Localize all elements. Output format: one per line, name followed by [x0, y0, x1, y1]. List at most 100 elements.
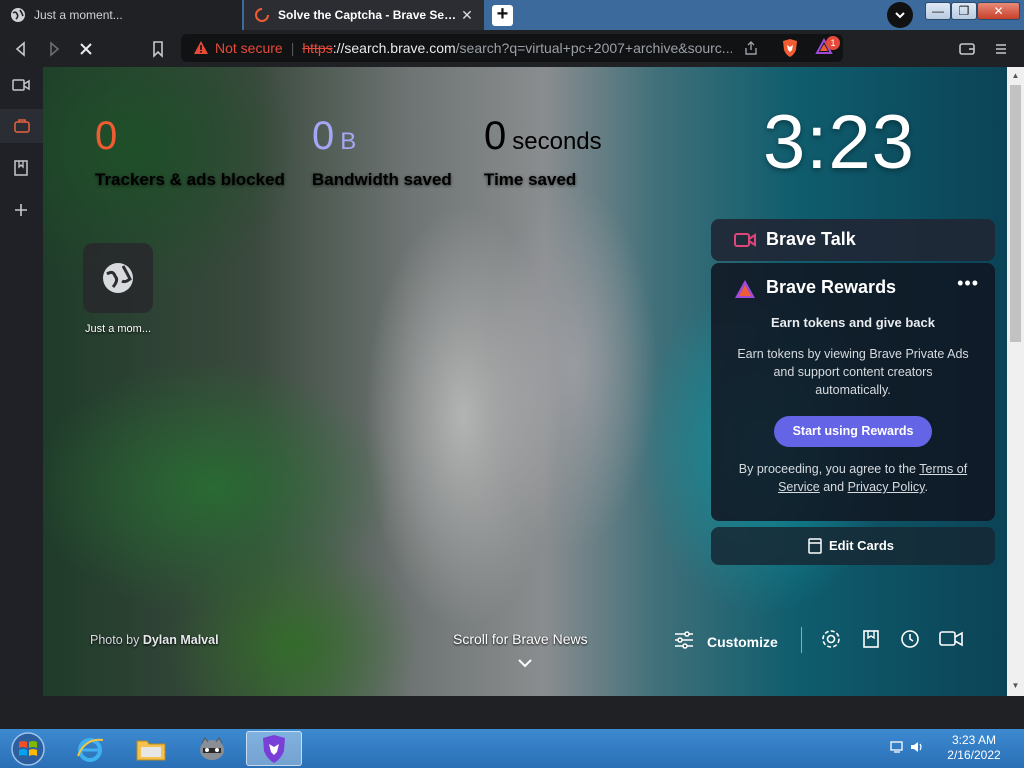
wallet-icon[interactable]: [956, 38, 978, 60]
warning-icon[interactable]: [193, 40, 209, 56]
url-separator: |: [290, 40, 295, 56]
rewards-legal-text: By proceeding, you agree to the Terms of…: [727, 460, 979, 496]
globe-icon: [10, 7, 26, 23]
tab-just-a-moment[interactable]: Just a moment...: [0, 0, 242, 30]
tab-search-button[interactable]: [887, 2, 913, 28]
time-saved-stat: 0 seconds Time saved: [484, 114, 602, 190]
legal-and: and: [823, 480, 845, 494]
brave-rewards-logo-icon: [734, 279, 756, 304]
brave-talk-icon[interactable]: [939, 628, 963, 652]
brave-talk-icon: [734, 232, 756, 253]
edit-cards-icon: [808, 538, 822, 559]
url-host: ://search.brave.com: [332, 40, 456, 56]
tab-solve-captcha[interactable]: Solve the Captcha - Brave Search ✕: [244, 0, 484, 30]
vertical-scrollbar[interactable]: ▲ ▼: [1007, 67, 1024, 696]
rewards-heading: Earn tokens and give back: [770, 315, 935, 330]
brave-talk-title: Brave Talk: [766, 229, 856, 249]
menu-icon[interactable]: [990, 38, 1012, 60]
sliders-icon: [673, 630, 695, 653]
new-tab-page: 0 Trackers & ads blocked 0B Bandwidth sa…: [43, 67, 1007, 696]
customize-label: Customize: [707, 633, 778, 650]
taskbar-clock[interactable]: 3:23 AM 2/16/2022: [940, 733, 1008, 763]
trackers-label: Trackers & ads blocked: [95, 170, 285, 189]
tab-strip: Just a moment... Solve the Captcha - Bra…: [0, 0, 1024, 30]
more-options-icon[interactable]: •••: [957, 273, 979, 294]
scroll-for-brave-news[interactable]: Scroll for Brave News: [453, 631, 588, 647]
bookmark-icon[interactable]: [147, 38, 169, 60]
photo-credit-prefix: Photo by: [90, 633, 140, 647]
top-site-tile[interactable]: Just a mom...: [83, 243, 153, 335]
chevron-down-icon[interactable]: [517, 655, 533, 671]
start-using-rewards-button[interactable]: Start using Rewards: [774, 416, 932, 447]
edit-cards-label: Edit Cards: [829, 538, 895, 553]
privacy-policy-link[interactable]: Privacy Policy: [848, 480, 925, 494]
forward-icon[interactable]: [43, 38, 65, 60]
scrollbar-thumb[interactable]: [1010, 85, 1021, 342]
trackers-count: 0: [95, 114, 118, 158]
brave-rewards-card: Brave Rewards ••• Earn tokens and give b…: [711, 263, 995, 521]
scroll-up-icon[interactable]: ▲: [1007, 69, 1024, 83]
address-bar[interactable]: Not secure | https://search.brave.com/se…: [181, 34, 843, 62]
time-saved-unit: seconds: [512, 128, 602, 155]
not-secure-label[interactable]: Not secure: [215, 40, 283, 56]
scroll-down-icon[interactable]: ▼: [1007, 679, 1024, 693]
rewards-description: Earn tokens by viewing Brave Private Ads…: [737, 347, 969, 397]
taskbar-time: 3:23 AM: [951, 733, 997, 747]
taskbar-date: 2/16/2022: [947, 748, 1001, 762]
brave-talk-sidebar-icon[interactable]: [9, 76, 33, 100]
wallet-sidebar-icon[interactable]: [0, 109, 43, 143]
bandwidth-label: Bandwidth saved: [312, 170, 452, 189]
time-saved-value: 0: [484, 114, 507, 158]
time-saved-label: Time saved: [484, 170, 577, 189]
stop-loading-icon[interactable]: [75, 38, 97, 60]
legal-suffix: .: [924, 480, 928, 494]
url-path: /search?q=virtual+pc+2007+archive&sourc.…: [455, 40, 733, 56]
share-icon[interactable]: [743, 40, 759, 59]
top-site-favicon: [83, 243, 153, 313]
raccoon-app-icon[interactable]: [184, 731, 240, 766]
bandwidth-value: 0: [312, 114, 335, 158]
edit-cards-button[interactable]: Edit Cards: [711, 527, 995, 565]
back-icon[interactable]: [10, 38, 32, 60]
start-button[interactable]: [6, 732, 50, 766]
browser-bottom-strip: [0, 696, 1024, 729]
photo-credit[interactable]: Photo by Dylan Malval: [90, 633, 219, 647]
history-icon[interactable]: [899, 628, 923, 652]
maximize-button[interactable]: ❐: [951, 2, 977, 20]
tab-title: Just a moment...: [34, 8, 123, 22]
bandwidth-stat: 0B Bandwidth saved: [312, 114, 452, 190]
customize-button[interactable]: Customize: [673, 630, 778, 653]
url-text[interactable]: https://search.brave.com/search?q=virtua…: [302, 40, 732, 56]
top-site-label: Just a mom...: [84, 323, 152, 335]
bookmarks-icon[interactable]: [860, 628, 884, 652]
toolbar-divider: [801, 627, 802, 653]
legal-prefix: By proceeding, you agree to the: [738, 462, 917, 476]
sidebar: [0, 67, 43, 712]
close-window-button[interactable]: ✕: [977, 2, 1020, 20]
minimize-button[interactable]: —: [925, 2, 951, 20]
bookmarks-sidebar-icon[interactable]: [9, 159, 33, 183]
settings-icon[interactable]: [820, 628, 844, 652]
bandwidth-unit: B: [340, 128, 357, 155]
brave-rewards-title: Brave Rewards: [766, 277, 897, 297]
taskbar: 3:23 AM 2/16/2022: [0, 729, 1024, 768]
close-tab-icon[interactable]: ✕: [460, 7, 474, 24]
add-sidebar-item-icon[interactable]: [9, 202, 33, 226]
tab-title: Solve the Captcha - Brave Search: [278, 8, 460, 22]
internet-explorer-icon[interactable]: [62, 731, 118, 766]
file-explorer-icon[interactable]: [123, 731, 179, 766]
brave-nightly-taskbar-icon[interactable]: [246, 731, 302, 766]
volume-icon[interactable]: [909, 742, 925, 757]
rewards-badge: 1: [826, 36, 840, 50]
clock: 3:23: [763, 100, 915, 185]
trackers-stat: 0 Trackers & ads blocked: [95, 114, 285, 190]
network-icon[interactable]: [890, 741, 909, 757]
loading-spinner-icon: [254, 7, 270, 23]
url-scheme: https: [302, 40, 333, 56]
system-tray: [890, 740, 925, 757]
brave-talk-card[interactable]: Brave Talk: [711, 219, 995, 261]
new-tab-button[interactable]: +: [492, 4, 513, 26]
brave-shields-icon[interactable]: [781, 38, 799, 61]
photo-credit-author: Dylan Malval: [142, 633, 219, 647]
globe-icon: [103, 263, 133, 293]
